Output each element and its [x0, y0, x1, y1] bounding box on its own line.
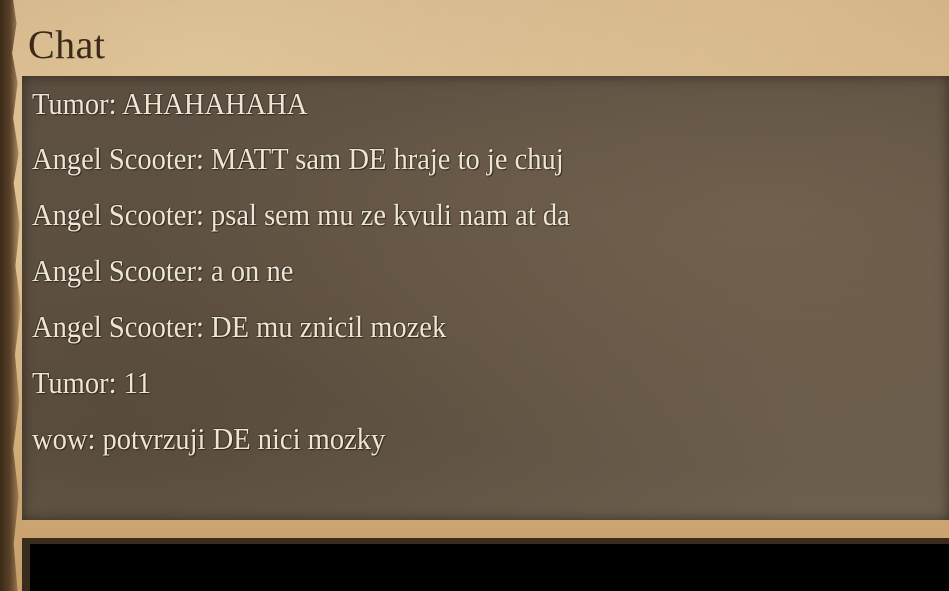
chat-message: Angel Scooter: DE mu znicil mozek [32, 309, 447, 344]
chat-message: wow: potvrzuji DE nici mozky [32, 421, 386, 456]
chat-log[interactable]: Tumor: AHAHAHAHA Angel Scooter: MATT sam… [22, 76, 949, 520]
chat-input[interactable] [30, 544, 949, 591]
torn-paper-edge [0, 0, 21, 591]
chat-message: Angel Scooter: MATT sam DE hraje to je c… [32, 141, 564, 176]
chat-message: Tumor: 11 [32, 365, 152, 400]
chat-message: Tumor: AHAHAHAHA [32, 86, 308, 121]
chat-message: Angel Scooter: a on ne [32, 253, 294, 288]
chat-message: Angel Scooter: psal sem mu ze kvuli nam … [32, 197, 570, 232]
chat-title: Chat [28, 22, 106, 67]
